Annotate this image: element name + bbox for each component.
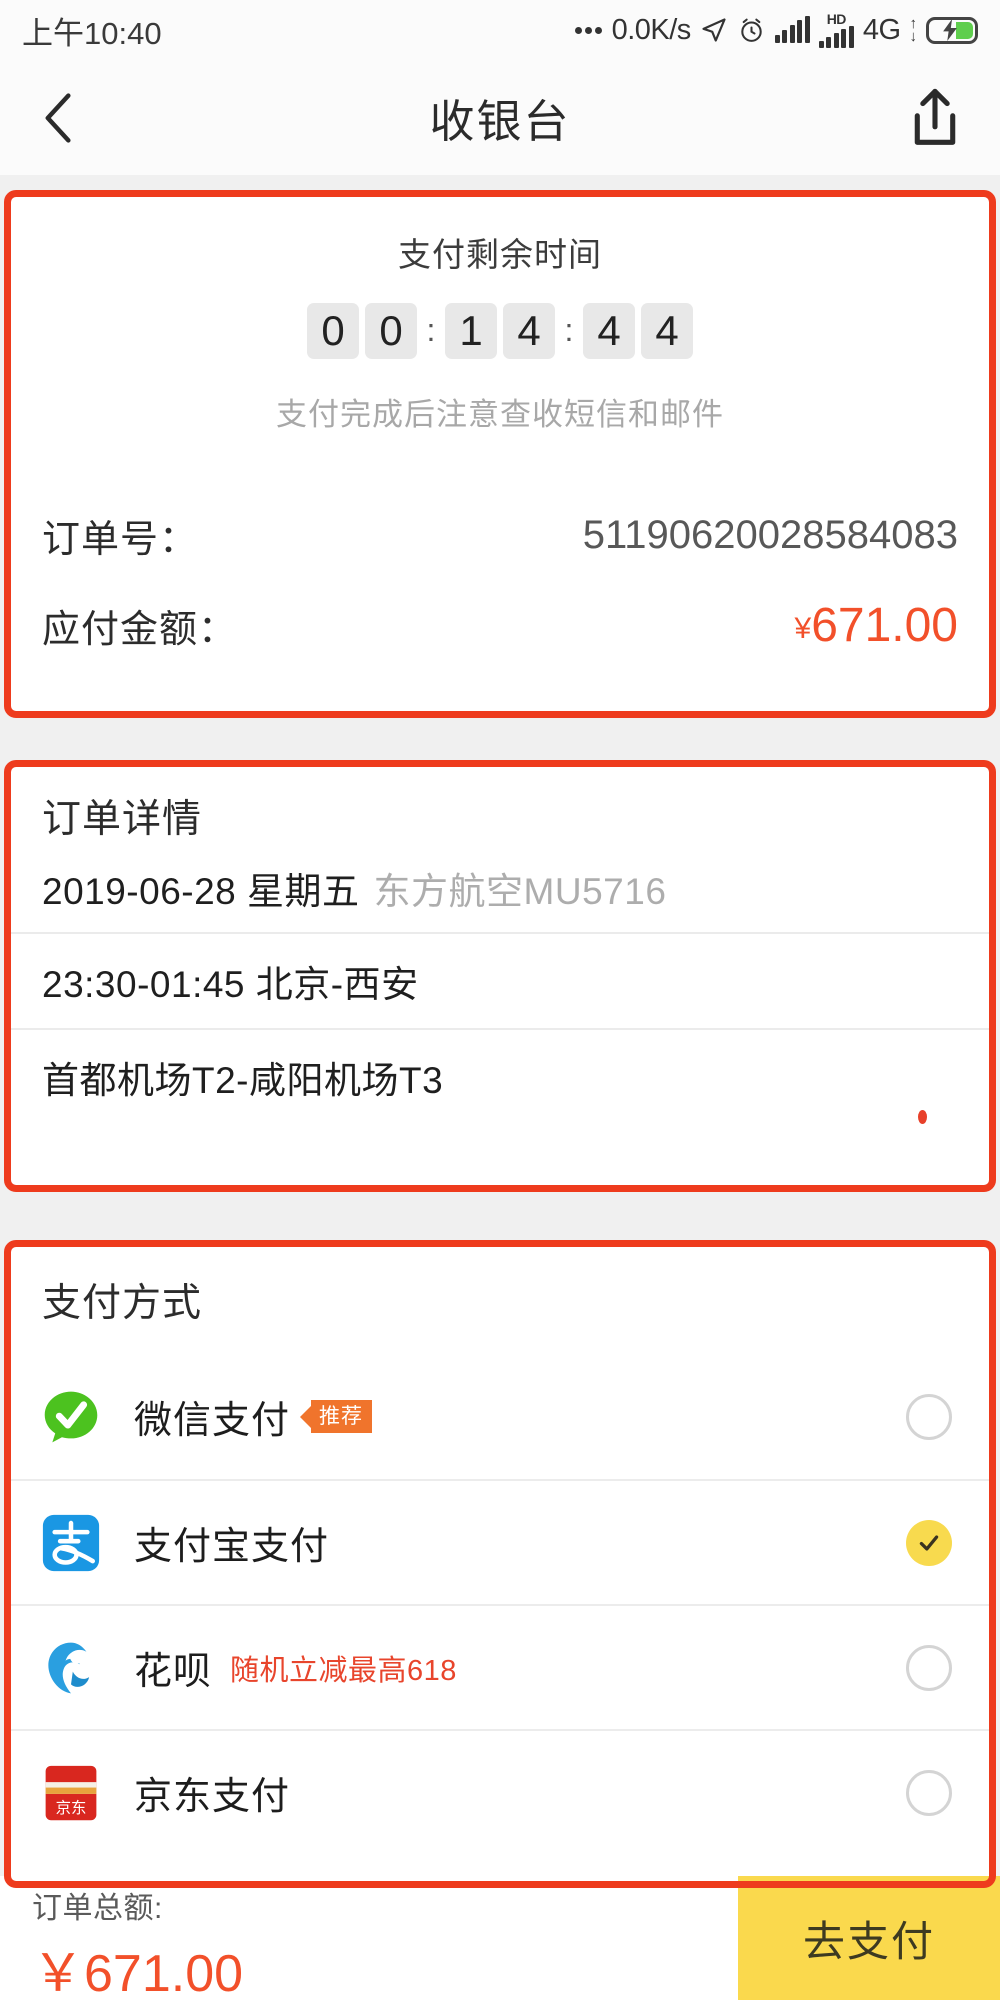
more-dots-icon <box>574 26 602 34</box>
payment-radio-alipay[interactable] <box>906 1519 952 1566</box>
share-button[interactable] <box>906 87 964 149</box>
payment-option-alipay[interactable]: 支付宝支付 <box>10 1479 990 1604</box>
signal-bars-icon <box>774 16 810 43</box>
battery-charging-icon <box>926 16 978 44</box>
countdown-digit: 4 <box>583 303 635 359</box>
page-title: 收银台 <box>429 96 571 147</box>
flight-time-route: 23:30-01:45 北京-西安 <box>42 964 419 1005</box>
payment-method-title: 支付方式 <box>42 1282 203 1325</box>
flight-terminals: 首都机场T2-咸阳机场T3 <box>42 1060 444 1101</box>
payment-option-label: 京东支付 <box>134 1776 291 1818</box>
huabei-promo-text: 随机立减最高618 <box>230 1654 457 1687</box>
countdown-timer: 0 0 : 1 4 : 4 4 <box>10 303 990 359</box>
payment-option-label: 花呗 <box>134 1651 213 1693</box>
location-arrow-icon <box>702 18 726 42</box>
payment-option-wechat[interactable]: 微信支付 推荐 <box>10 1354 990 1479</box>
order-number-value: 51190620028584083 <box>582 512 958 557</box>
detail-red-dot-marker <box>918 1110 927 1124</box>
svg-text:京东: 京东 <box>56 1798 87 1816</box>
order-total-group: 订单总额: ￥671.00 <box>0 1876 243 2000</box>
network-type-label: 4G <box>862 13 901 46</box>
countdown-digit: 0 <box>365 303 417 359</box>
countdown-separator: : <box>564 311 574 348</box>
share-icon <box>914 88 956 145</box>
badge-label: 推荐 <box>311 1400 373 1433</box>
order-detail-row: 23:30-01:45 北京-西安 <box>10 932 990 1028</box>
badge-tail-icon <box>300 1405 312 1428</box>
bottom-bar: 订单总额: ￥671.00 去支付 <box>0 1876 1000 2000</box>
data-transfer-icon: ↑ ↓ <box>909 15 918 45</box>
countdown-digit: 1 <box>445 303 497 359</box>
payment-option-label: 微信支付 <box>134 1400 291 1442</box>
order-detail-row: 首都机场T2-咸阳机场T3 <box>10 1028 990 1124</box>
payment-option-label: 支付宝支付 <box>134 1526 330 1568</box>
wechat-pay-icon <box>44 1391 98 1442</box>
order-detail-title: 订单详情 <box>42 798 203 841</box>
order-total-label: 订单总额: <box>32 1891 163 1925</box>
go-pay-button[interactable]: 去支付 <box>738 1876 1000 2000</box>
alipay-icon <box>42 1514 100 1571</box>
jd-pay-icon: 京东 <box>45 1765 97 1820</box>
countdown-label: 支付剩余时间 <box>398 236 602 273</box>
order-detail-row: 2019-06-28 星期五 东方航空MU5716 <box>10 844 990 932</box>
payable-amount-label: 应付金额： <box>42 608 238 651</box>
payment-method-card: 支付方式 微信支付 推荐 支付宝支付 花呗 随机立减最高618 京东 京东支付 <box>10 1246 990 1946</box>
payment-radio-huabei[interactable] <box>906 1644 952 1691</box>
huabei-icon <box>48 1642 90 1693</box>
status-time: 上午10:40 <box>22 15 162 51</box>
app-screen: 上午10:40 0.0K/s HD 4G ↑ ↓ 收银台 支付剩余时间 0 0 … <box>0 0 1000 2000</box>
airline-flight-no: 东方航空MU5716 <box>373 871 667 912</box>
status-bar: 上午10:40 0.0K/s HD 4G ↑ ↓ <box>0 0 1000 60</box>
payment-option-jdpay[interactable]: 京东 京东支付 <box>10 1729 990 1854</box>
back-chevron-icon <box>45 92 71 143</box>
hd-signal-icon: HD <box>818 12 854 48</box>
order-number-row: 订单号： 51190620028584083 <box>10 504 990 566</box>
check-icon <box>919 1534 939 1551</box>
countdown-digit: 4 <box>641 303 693 359</box>
countdown-digit: 4 <box>503 303 555 359</box>
title-bar: 收银台 <box>0 60 1000 175</box>
recommended-badge: 推荐 <box>300 1400 373 1433</box>
payable-amount-value: ¥671.00 <box>794 598 959 652</box>
currency-symbol: ¥ <box>794 611 812 645</box>
alarm-clock-icon <box>741 18 762 42</box>
countdown-card: 支付剩余时间 0 0 : 1 4 : 4 4 支付完成后注意查收短信和邮件 订单… <box>10 196 990 712</box>
order-number-label: 订单号： <box>42 518 199 561</box>
flight-date: 2019-06-28 星期五 <box>42 871 360 912</box>
order-total-amount: ￥671.00 <box>32 1944 244 2000</box>
order-detail-card: 订单详情 2019-06-28 星期五 东方航空MU5716 23:30-01:… <box>10 766 990 1186</box>
payment-radio-jdpay[interactable] <box>906 1769 952 1816</box>
network-speed-label: 0.0K/s <box>611 13 692 46</box>
payment-note: 支付完成后注意查收短信和邮件 <box>276 397 724 432</box>
back-button[interactable] <box>36 88 96 148</box>
payment-radio-wechat[interactable] <box>906 1393 952 1440</box>
payment-option-huabei[interactable]: 花呗 随机立减最高618 <box>10 1604 990 1729</box>
status-icons: 0.0K/s HD 4G ↑ ↓ <box>574 12 978 48</box>
countdown-digit: 0 <box>307 303 359 359</box>
countdown-separator: : <box>426 311 436 348</box>
payable-amount-row: 应付金额： ¥671.00 <box>10 590 990 660</box>
